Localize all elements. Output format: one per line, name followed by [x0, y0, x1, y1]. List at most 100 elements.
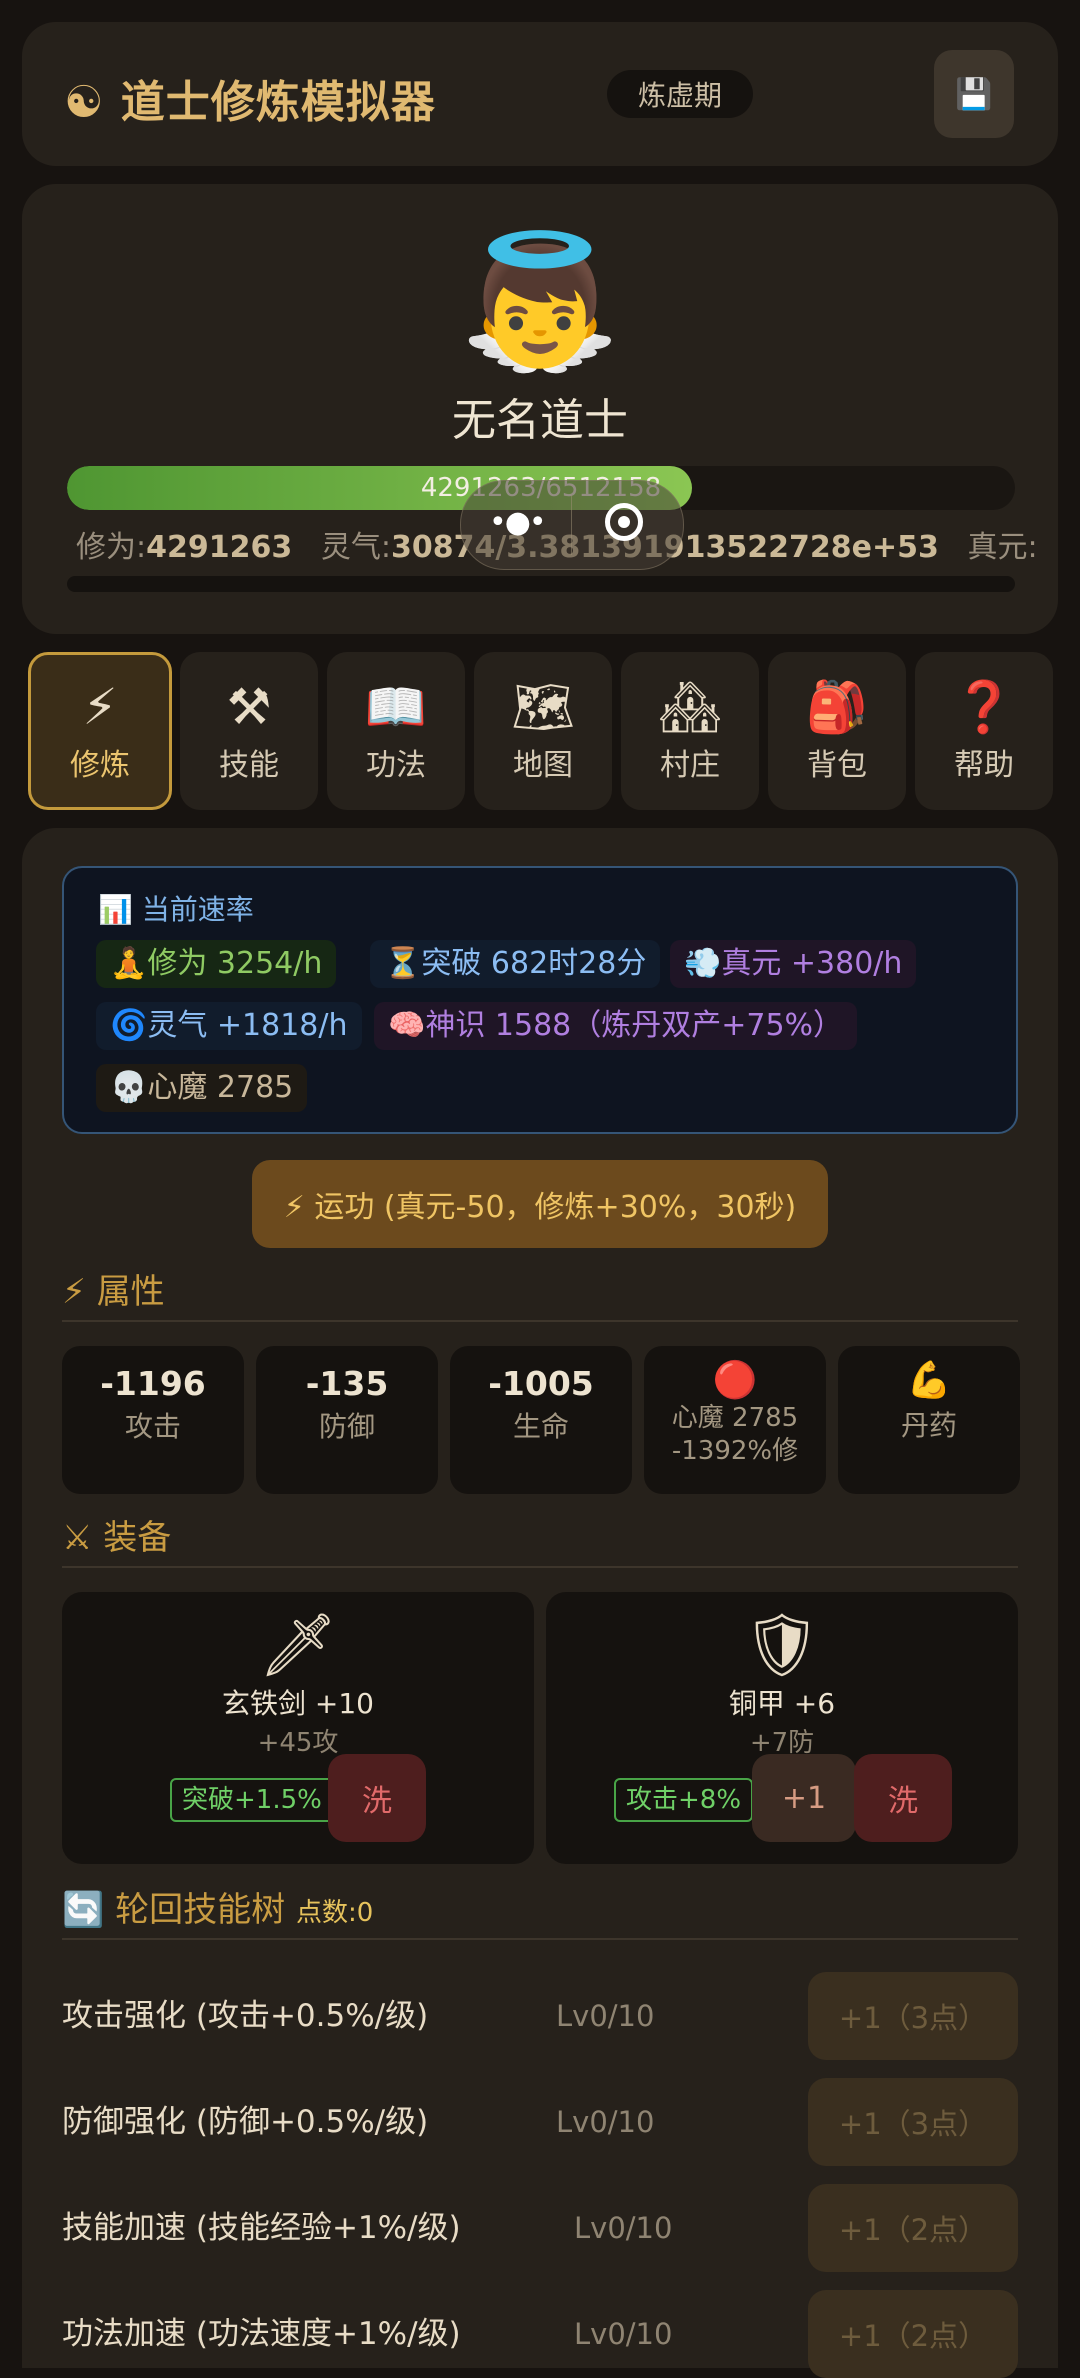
skill-level: Lv0/10 [574, 2211, 673, 2245]
more-dots-icon[interactable]: •●• [489, 505, 547, 540]
armor-card: 🛡 铜甲 +6 +7防 攻击+8% +1 洗 [546, 1592, 1018, 1864]
hp-value: -1005 [488, 1364, 594, 1403]
crossed-swords-icon: ⚔ [62, 1518, 93, 1558]
spirit-rate-chip: 🌀灵气 +1818/h [96, 1002, 362, 1050]
essence-rate-chip: 💨真元 +380/h [670, 940, 917, 988]
save-button[interactable]: 💾 [934, 50, 1014, 138]
run-qi-button[interactable]: ⚡ 运功 (真元-50，修炼+30%，30秒) [252, 1160, 828, 1248]
skill-tree-heading: 🔄 轮回技能树 点数:0 [62, 1882, 373, 1931]
houses-icon: 🏘 [658, 678, 722, 736]
attack-card: -1196 攻击 [62, 1346, 244, 1494]
realm-badge: 炼虚期 [607, 70, 753, 118]
skill-row: 技能加速 (技能经验+1%/级) Lv0/10 +1（2点） [62, 2184, 1018, 2272]
divine-sense-chip: 🧠神识 1588（炼丹双产+75%） [374, 1002, 858, 1050]
current-rate-box: 📊 当前速率 🧘修为 3254/h ⏳突破 682时28分 💨真元 +380/h… [62, 866, 1018, 1134]
pill-label: 丹药 [900, 1409, 957, 1442]
skill-level: Lv0/10 [556, 2105, 655, 2139]
backpack-icon: 🎒 [805, 678, 869, 736]
tab-cultivate[interactable]: ⚡ 修炼 [28, 652, 172, 810]
attack-label: 攻击 [124, 1410, 181, 1443]
tab-map[interactable]: 🗺 地图 [474, 652, 612, 810]
skill-name: 防御强化 (防御+0.5%/级) [62, 2104, 429, 2140]
tab-backpack[interactable]: 🎒 背包 [768, 652, 906, 810]
tab-label: 帮助 [954, 748, 1014, 783]
avatar: 👼 [459, 225, 621, 377]
tab-label: 修炼 [70, 748, 130, 783]
player-name: 无名道士 [452, 395, 628, 446]
heart-demon-penalty: -1392%修 [671, 1436, 799, 1466]
essence-label: 真元: [967, 530, 1036, 565]
red-circle-icon: 🔴 [712, 1360, 758, 1401]
equipment-title: 装备 [103, 1518, 172, 1558]
spirit-label: 灵气: [320, 530, 391, 565]
heart-demon-chip: 💀心魔 2785 [96, 1064, 308, 1112]
lightning-icon: ⚡ [62, 1272, 86, 1312]
skill-level: Lv0/10 [556, 1999, 655, 2033]
heart-demon-card: 🔴 心魔 2785 -1392%修 [644, 1346, 826, 1494]
skill-level: Lv0/10 [574, 2317, 673, 2351]
capsule-divider [571, 495, 572, 555]
skill-points: 点数:0 [295, 1898, 374, 1928]
equipment-heading: ⚔ 装备 [62, 1510, 171, 1559]
secondary-progress-bar [67, 576, 1015, 592]
weapon-name: 玄铁剑 +10 [222, 1687, 374, 1720]
section-divider [62, 1320, 1018, 1322]
hp-label: 生命 [512, 1410, 569, 1443]
skill-name: 攻击强化 (攻击+0.5%/级) [62, 1998, 429, 2034]
tab-label: 村庄 [660, 748, 720, 783]
map-icon: 🗺 [511, 678, 575, 736]
cultivation-label: 修为: [76, 530, 147, 565]
app-title: ☯ 道士修炼模拟器 [64, 66, 436, 130]
armor-name: 铜甲 +6 [728, 1687, 836, 1720]
section-divider [62, 1566, 1018, 1568]
skill-upgrade-button[interactable]: +1（2点） [808, 2184, 1018, 2272]
rate-title: 📊 当前速率 [98, 893, 254, 926]
defense-value: -135 [305, 1364, 389, 1403]
yin-yang-icon: ☯ [64, 77, 105, 128]
tab-skills[interactable]: ⚒ 技能 [180, 652, 318, 810]
attributes-title: 属性 [96, 1272, 165, 1312]
app-title-text: 道士修炼模拟器 [120, 77, 436, 128]
flexed-arm-icon: 💪 [906, 1360, 952, 1401]
tab-label: 背包 [807, 748, 867, 783]
lightning-icon: ⚡ [82, 678, 118, 736]
hammer-pick-icon: ⚒ [226, 678, 272, 736]
floppy-disk-icon: 💾 [955, 76, 993, 112]
pill-card[interactable]: 💪 丹药 [838, 1346, 1020, 1494]
tab-village[interactable]: 🏘 村庄 [621, 652, 759, 810]
skill-row: 防御强化 (防御+0.5%/级) Lv0/10 +1（3点） [62, 2078, 1018, 2166]
weapon-affix-tag: 突破+1.5% [170, 1778, 334, 1822]
attack-value: -1196 [100, 1364, 206, 1403]
breakthrough-time-chip: ⏳突破 682时28分 [370, 940, 661, 988]
defense-card: -135 防御 [256, 1346, 438, 1494]
weapon-wash-button[interactable]: 洗 [328, 1754, 426, 1842]
cultivation-rate-chip: 🧘修为 3254/h [96, 940, 337, 988]
shield-icon: 🛡 [742, 1608, 822, 1681]
skill-upgrade-button[interactable]: +1（3点） [808, 1972, 1018, 2060]
armor-wash-button[interactable]: 洗 [854, 1754, 952, 1842]
armor-affix-tag: 攻击+8% [614, 1778, 754, 1822]
question-mark-icon: ❓ [952, 678, 1016, 736]
tab-help[interactable]: ❓ 帮助 [915, 652, 1053, 810]
tab-techniques[interactable]: 📖 功法 [327, 652, 465, 810]
heart-demon-value: 心魔 2785 [671, 1403, 799, 1433]
miniprogram-capsule[interactable]: •●• [460, 480, 684, 570]
weapon-stat: +45攻 [257, 1728, 339, 1758]
tab-label: 技能 [219, 748, 279, 783]
armor-upgrade-button[interactable]: +1 [752, 1754, 856, 1842]
weapon-card: 🗡 玄铁剑 +10 +45攻 突破+1.5% 洗 [62, 1592, 534, 1864]
cycle-arrows-icon: 🔄 [62, 1890, 105, 1930]
cultivation-value: 4291263 [146, 530, 293, 565]
app-header: ☯ 道士修炼模拟器 炼虚期 💾 [22, 22, 1058, 166]
defense-label: 防御 [318, 1410, 375, 1443]
tab-label: 地图 [513, 748, 573, 783]
open-book-icon: 📖 [364, 678, 428, 736]
skill-upgrade-button[interactable]: +1（2点） [808, 2290, 1018, 2378]
tab-label: 功法 [366, 748, 426, 783]
skill-row: 功法加速 (功法速度+1%/级) Lv0/10 +1（2点） [62, 2290, 1018, 2378]
attributes-heading: ⚡ 属性 [62, 1264, 165, 1313]
skill-row: 攻击强化 (攻击+0.5%/级) Lv0/10 +1（3点） [62, 1972, 1018, 2060]
close-target-icon[interactable] [605, 503, 643, 541]
skill-name: 技能加速 (技能经验+1%/级) [62, 2210, 461, 2246]
skill-upgrade-button[interactable]: +1（3点） [808, 2078, 1018, 2166]
